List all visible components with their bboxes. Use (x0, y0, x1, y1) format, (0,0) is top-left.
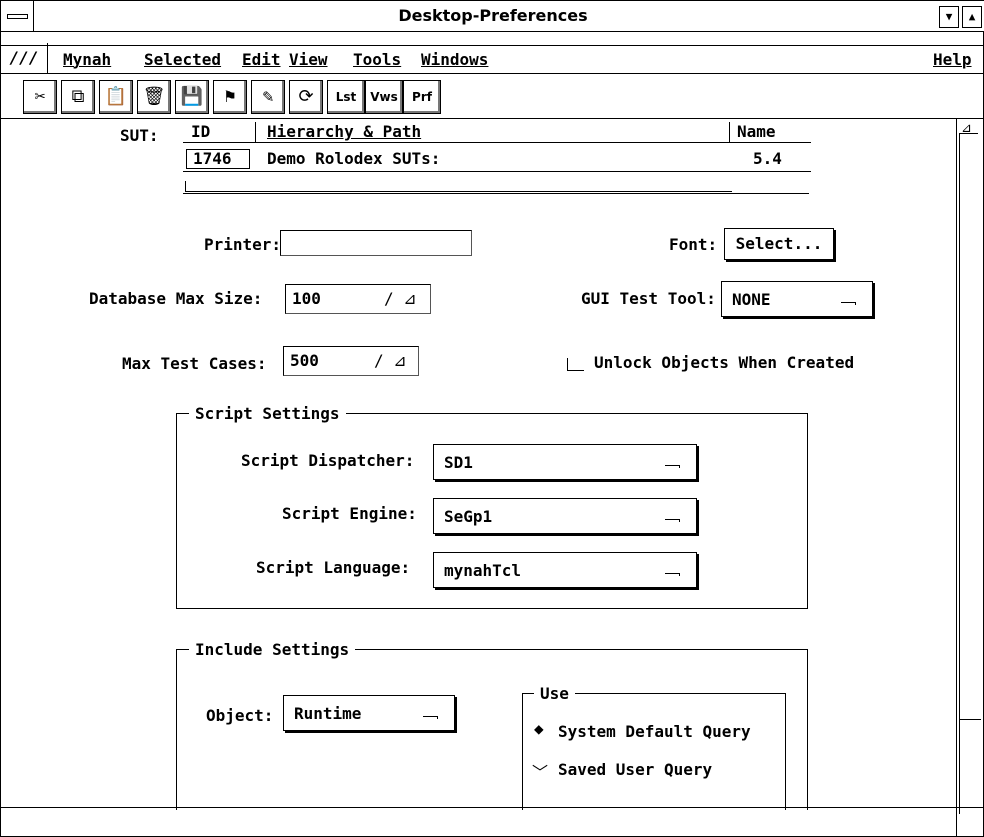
script-language-value: mynahTcl (444, 561, 522, 580)
runner-icon[interactable]: ⚑ (213, 80, 247, 114)
database-max-size-stepper[interactable]: 100 / ⊿ (285, 284, 431, 314)
printer-label: Printer: (204, 235, 282, 254)
script-engine-select[interactable]: SeGp1 (433, 498, 697, 534)
lst-button[interactable]: Lst (327, 80, 365, 114)
menu-bar: /// Mynah Selected Edit View Tools Windo… (1, 43, 984, 74)
sut-label: SUT: (120, 126, 159, 145)
scissors-icon[interactable]: ✂ (23, 80, 57, 114)
unlock-objects-label: Unlock Objects When Created (594, 353, 855, 372)
object-select[interactable]: Runtime (283, 695, 455, 731)
include-settings-title: Include Settings (189, 640, 356, 659)
use-title: Use (534, 684, 575, 703)
menu-selected[interactable]: Selected (144, 50, 221, 69)
menu-mynah[interactable]: Mynah (63, 50, 111, 69)
stepper-arrows-icon[interactable]: / ⊿ (384, 289, 417, 308)
system-default-query-label: System Default Query (558, 722, 751, 741)
object-label: Object: (206, 706, 274, 725)
dropdown-icon (841, 302, 856, 305)
dropdown-icon (665, 573, 680, 576)
preferences-window: Desktop-Preferences ▼ ▲ /// Mynah Select… (0, 0, 984, 837)
vws-button[interactable]: Vws (365, 80, 403, 114)
script-dispatcher-value: SD1 (444, 453, 473, 472)
use-group (522, 693, 786, 810)
menu-view[interactable]: View (289, 50, 328, 69)
script-language-select[interactable]: mynahTcl (433, 552, 697, 588)
max-test-cases-label: Max Test Cases: (122, 354, 267, 373)
vertical-scrollbar[interactable]: ⊿ (956, 119, 983, 836)
sut-path-cell: Demo Rolodex SUTs: (267, 149, 441, 168)
title-bar: Desktop-Preferences ▼ ▲ (1, 1, 984, 32)
refresh-icon[interactable]: ⟳ (289, 80, 323, 114)
dropdown-icon (665, 519, 680, 522)
script-language-label: Script Language: (256, 558, 411, 577)
minimize-button[interactable]: ▼ (939, 6, 959, 28)
separator (1, 32, 984, 46)
database-max-size-label: Database Max Size: (89, 289, 263, 308)
menu-windows[interactable]: Windows (421, 50, 488, 69)
toolbar: ✂ ⧉ 📋 🗑 💾 ⚑ ✎ ⟳ Lst Vws Prf (1, 74, 984, 119)
brush-icon[interactable]: ✎ (251, 80, 285, 114)
dropdown-icon (665, 465, 680, 468)
copy-icon[interactable]: ⧉ (61, 80, 95, 114)
script-dispatcher-label: Script Dispatcher: (241, 451, 415, 470)
trash-icon[interactable]: 🗑 (137, 80, 171, 114)
save-icon[interactable]: 💾 (175, 80, 209, 114)
column-hierarchy[interactable]: Hierarchy & Path (267, 122, 421, 141)
sut-name-cell: 5.4 (753, 149, 782, 168)
sut-id-cell: 1746 (193, 149, 232, 168)
window-title: Desktop-Preferences (398, 6, 588, 25)
script-dispatcher-select[interactable]: SD1 (433, 444, 697, 480)
saved-user-query-label: Saved User Query (558, 760, 713, 779)
menu-tools[interactable]: Tools (353, 50, 401, 69)
gui-test-tool-label: GUI Test Tool: (581, 289, 716, 308)
prf-button[interactable]: Prf (403, 80, 441, 114)
paste-icon[interactable]: 📋 (99, 80, 133, 114)
app-logo[interactable]: /// (1, 43, 48, 73)
menu-help[interactable]: Help (933, 50, 972, 69)
saved-user-radio[interactable]: ﹀ (532, 759, 548, 783)
script-engine-value: SeGp1 (444, 507, 493, 526)
dropdown-icon (423, 716, 438, 719)
system-default-radio[interactable]: ◆ (534, 719, 544, 738)
max-test-cases-value: 500 (290, 351, 319, 370)
status-bar-separator (1, 807, 984, 809)
sut-header: ID Hierarchy & Path Name (183, 122, 811, 143)
maximize-button[interactable]: ▲ (962, 6, 982, 28)
sut-horizontal-scrollbar[interactable] (183, 179, 809, 194)
printer-field[interactable] (280, 230, 472, 256)
max-test-cases-stepper[interactable]: 500 / ⊿ (283, 346, 419, 376)
menu-edit[interactable]: Edit (242, 50, 281, 69)
unlock-checkbox[interactable] (567, 358, 584, 371)
stepper-arrows-icon[interactable]: / ⊿ (374, 351, 407, 370)
font-select-button[interactable]: Select... (724, 228, 834, 260)
scroll-thumb[interactable] (959, 719, 981, 722)
object-value: Runtime (294, 704, 362, 723)
script-settings-title: Script Settings (189, 404, 346, 423)
table-row[interactable]: 1746 Demo Rolodex SUTs: 5.4 (183, 147, 811, 172)
column-id[interactable]: ID (191, 122, 210, 141)
font-label: Font: (669, 235, 718, 254)
gui-test-tool-value: NONE (732, 290, 771, 309)
column-name[interactable]: Name (737, 122, 776, 141)
database-max-size-value: 100 (292, 289, 321, 308)
scroll-track[interactable] (959, 133, 978, 814)
script-engine-label: Script Engine: (282, 504, 417, 523)
gui-test-tool-select[interactable]: NONE (721, 281, 873, 317)
